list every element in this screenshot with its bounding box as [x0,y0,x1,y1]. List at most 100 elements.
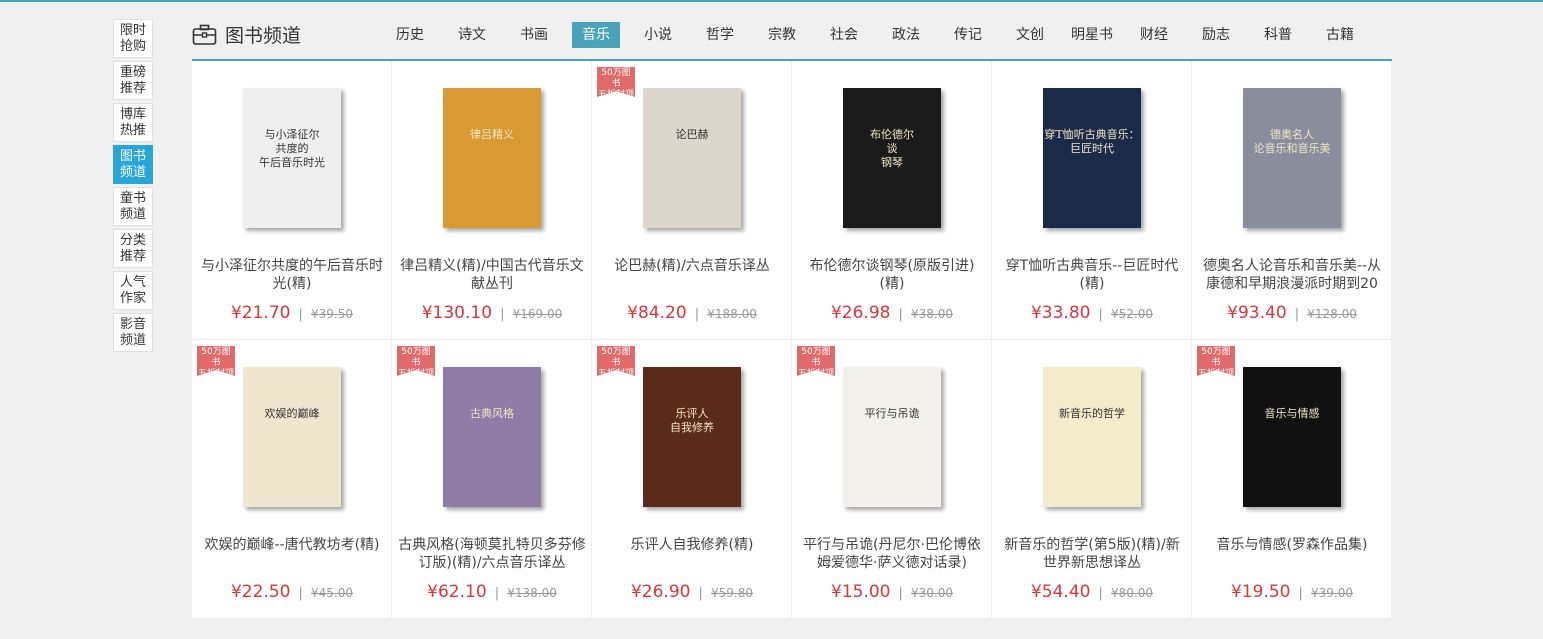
channel-header: 图书频道 历史 诗文 书画 音乐 小说 哲学 宗教 社会 政法 传记 文创 明星书 财经 励志 科普 古籍 [192,19,1392,61]
tab-category[interactable]: 明星书 [1068,22,1116,48]
price-row: ¥19.50 | ¥39.00 [1192,582,1392,602]
category-tabs: 历史 诗文 书画 音乐 小说 哲学 宗教 社会 政法 传记 文创 明星书 财经 励志 科普 古籍 [386,22,1378,48]
book-cover-link[interactable]: 欢娱的巅峰 [232,362,352,512]
original-price: ¥169.00 [512,307,563,321]
tab-category[interactable]: 励志 [1192,22,1240,48]
price-row: ¥33.80 | ¥52.00 [992,303,1192,323]
book-card[interactable]: 50万图书 五折封顶 欢娱的巅峰 欢娱的巅峰--唐代教坊考(精) ¥22.50 … [192,340,392,619]
top-accent-line [0,0,1543,2]
sidebar-item[interactable]: 限时 抢购 [113,19,153,58]
sidebar-item[interactable]: 博库 热推 [113,103,153,142]
current-price: ¥15.00 [830,582,891,602]
book-card[interactable]: 穿T恤听古典音乐：巨匠时代 穿T恤听古典音乐--巨匠时代(精) ¥33.80 |… [992,61,1192,340]
page-title: 图书频道 [225,25,302,47]
tab-category[interactable]: 传记 [944,22,992,48]
book-cover-link[interactable]: 平行与吊诡 [832,362,952,512]
original-price: ¥39.50 [311,307,354,321]
sidebar-item[interactable]: 图书 频道 [113,145,153,184]
book-card[interactable]: 50万图书 五折封顶 论巴赫 论巴赫(精)/六点音乐译丛 ¥84.20 | ¥1… [592,61,792,340]
current-price: ¥33.80 [1030,303,1091,323]
book-title-link[interactable]: 律吕精义(精)/中国古代音乐文献丛刊 [398,257,586,293]
book-cover: 欢娱的巅峰 [243,367,341,507]
book-cover-title: 德奥名人 论音乐和音乐美 [1253,128,1331,155]
price-row: ¥62.10 | ¥138.00 [392,582,592,602]
book-title-link[interactable]: 与小泽征尔共度的午后音乐时光(精) [198,257,386,293]
sidebar-item[interactable]: 影音 频道 [113,313,153,352]
book-cover-link[interactable]: 律吕精义 [432,83,552,233]
tab-category[interactable]: 书画 [510,22,558,48]
book-title-link[interactable]: 音乐与情感(罗森作品集) [1198,536,1386,554]
original-price: ¥138.00 [507,586,557,600]
book-cover: 乐评人 自我修养 [643,367,741,507]
price-row: ¥26.98 | ¥38.00 [792,303,992,323]
price-row: ¥54.40 | ¥80.00 [992,582,1192,602]
price-row: ¥21.70 | ¥39.50 [192,303,392,323]
book-title-link[interactable]: 德奥名人论音乐和音乐美--从康德和早期浪漫派时期到20 [1198,257,1386,293]
tab-category[interactable]: 社会 [820,22,868,48]
book-card[interactable]: 律吕精义 律吕精义(精)/中国古代音乐文献丛刊 ¥130.10 | ¥169.0… [392,61,592,340]
book-cover: 论巴赫 [643,88,741,228]
price-separator: | [494,586,500,601]
tab-category[interactable]: 政法 [882,22,930,48]
book-title-link[interactable]: 穿T恤听古典音乐--巨匠时代(精) [998,257,1186,293]
tab-category[interactable]: 诗文 [448,22,496,48]
book-card[interactable]: 50万图书 五折封顶 乐评人 自我修养 乐评人自我修养(精) ¥26.90 | … [592,340,792,619]
book-title-link[interactable]: 乐评人自我修养(精) [598,536,786,554]
book-title-link[interactable]: 新音乐的哲学(第5版)(精)/新世界新思想译丛 [998,536,1186,572]
discount-badge: 50万图书 五折封顶 [397,346,435,379]
book-card[interactable]: 50万图书 五折封顶 古典风格 古典风格(海顿莫扎特贝多芬修订版)(精)/六点音… [392,340,592,619]
original-price: ¥80.00 [1111,586,1154,600]
tab-category[interactable]: 科普 [1254,22,1302,48]
price-separator: | [298,586,303,601]
book-cover-link[interactable]: 古典风格 [432,362,552,512]
tab-category[interactable]: 宗教 [758,22,806,48]
sidebar-item[interactable]: 童书 频道 [113,187,153,226]
book-card[interactable]: 新音乐的哲学 新音乐的哲学(第5版)(精)/新世界新思想译丛 ¥54.40 | … [992,340,1192,619]
tab-category[interactable]: 历史 [386,22,434,48]
original-price: ¥39.00 [1311,586,1354,600]
book-card[interactable]: 德奥名人 论音乐和音乐美 德奥名人论音乐和音乐美--从康德和早期浪漫派时期到20… [1192,61,1392,340]
current-price: ¥84.20 [627,303,687,323]
sidebar-item[interactable]: 人气 作家 [113,271,153,310]
tab-category[interactable]: 哲学 [696,22,744,48]
book-cover-link[interactable]: 音乐与情感 [1232,362,1352,512]
price-separator: | [898,307,903,322]
book-card[interactable]: 与小泽征尔 共度的 午后音乐时光 与小泽征尔共度的午后音乐时光(精) ¥21.7… [192,61,392,340]
book-title-link[interactable]: 欢娱的巅峰--唐代教坊考(精) [198,536,386,554]
book-title-link[interactable]: 古典风格(海顿莫扎特贝多芬修订版)(精)/六点音乐译丛 [398,536,586,572]
channel-title: 图书频道 [192,21,301,48]
current-price: ¥22.50 [230,582,291,602]
book-cover-link[interactable]: 德奥名人 论音乐和音乐美 [1232,83,1352,233]
briefcase-icon [192,24,217,45]
book-cover-link[interactable]: 新音乐的哲学 [1032,362,1152,512]
book-card[interactable]: 布伦德尔 谈 钢琴 布伦德尔谈钢琴(原版引进)(精) ¥26.98 | ¥38.… [792,61,992,340]
book-title-link[interactable]: 论巴赫(精)/六点音乐译丛 [598,257,786,275]
book-cover-title: 新音乐的哲学 [1059,407,1125,420]
book-cover-link[interactable]: 乐评人 自我修养 [632,362,752,512]
discount-badge: 50万图书 五折封顶 [1197,346,1235,379]
book-title-link[interactable]: 布伦德尔谈钢琴(原版引进)(精) [798,257,986,293]
book-card[interactable]: 50万图书 五折封顶 平行与吊诡 平行与吊诡(丹尼尔·巴伦博依姆爱德华·萨义德对… [792,340,992,619]
tab-category[interactable]: 财经 [1130,22,1178,48]
book-title-link[interactable]: 平行与吊诡(丹尼尔·巴伦博依姆爱德华·萨义德对话录) [798,536,986,572]
sidebar-item[interactable]: 重磅 推荐 [113,61,153,100]
sidebar-item[interactable]: 分类 推荐 [113,229,153,268]
tab-category[interactable]: 文创 [1006,22,1054,48]
current-price: ¥62.10 [427,582,487,602]
tab-category[interactable]: 小说 [634,22,682,48]
side-navigation: 限时 抢购 重磅 推荐 博库 热推 图书 频道 童书 频道 分类 推荐 人气 作家 影音 频道 [113,19,153,355]
price-separator: | [898,586,903,601]
book-cover-link[interactable]: 布伦德尔 谈 钢琴 [832,83,952,233]
book-cover-link[interactable]: 论巴赫 [632,83,752,233]
original-price: ¥52.00 [1111,307,1154,321]
book-card[interactable]: 50万图书 五折封顶 音乐与情感 音乐与情感(罗森作品集) ¥19.50 | ¥… [1192,340,1392,619]
price-row: ¥84.20 | ¥188.00 [592,303,792,323]
original-price: ¥128.00 [1307,307,1357,321]
book-cover: 与小泽征尔 共度的 午后音乐时光 [243,88,341,228]
tab-category[interactable]: 音乐 [572,22,620,48]
current-price: ¥19.50 [1230,582,1291,602]
book-cover: 德奥名人 论音乐和音乐美 [1243,88,1341,228]
book-cover-link[interactable]: 穿T恤听古典音乐：巨匠时代 [1032,83,1152,233]
tab-category[interactable]: 古籍 [1316,22,1364,48]
book-cover-link[interactable]: 与小泽征尔 共度的 午后音乐时光 [232,83,352,233]
